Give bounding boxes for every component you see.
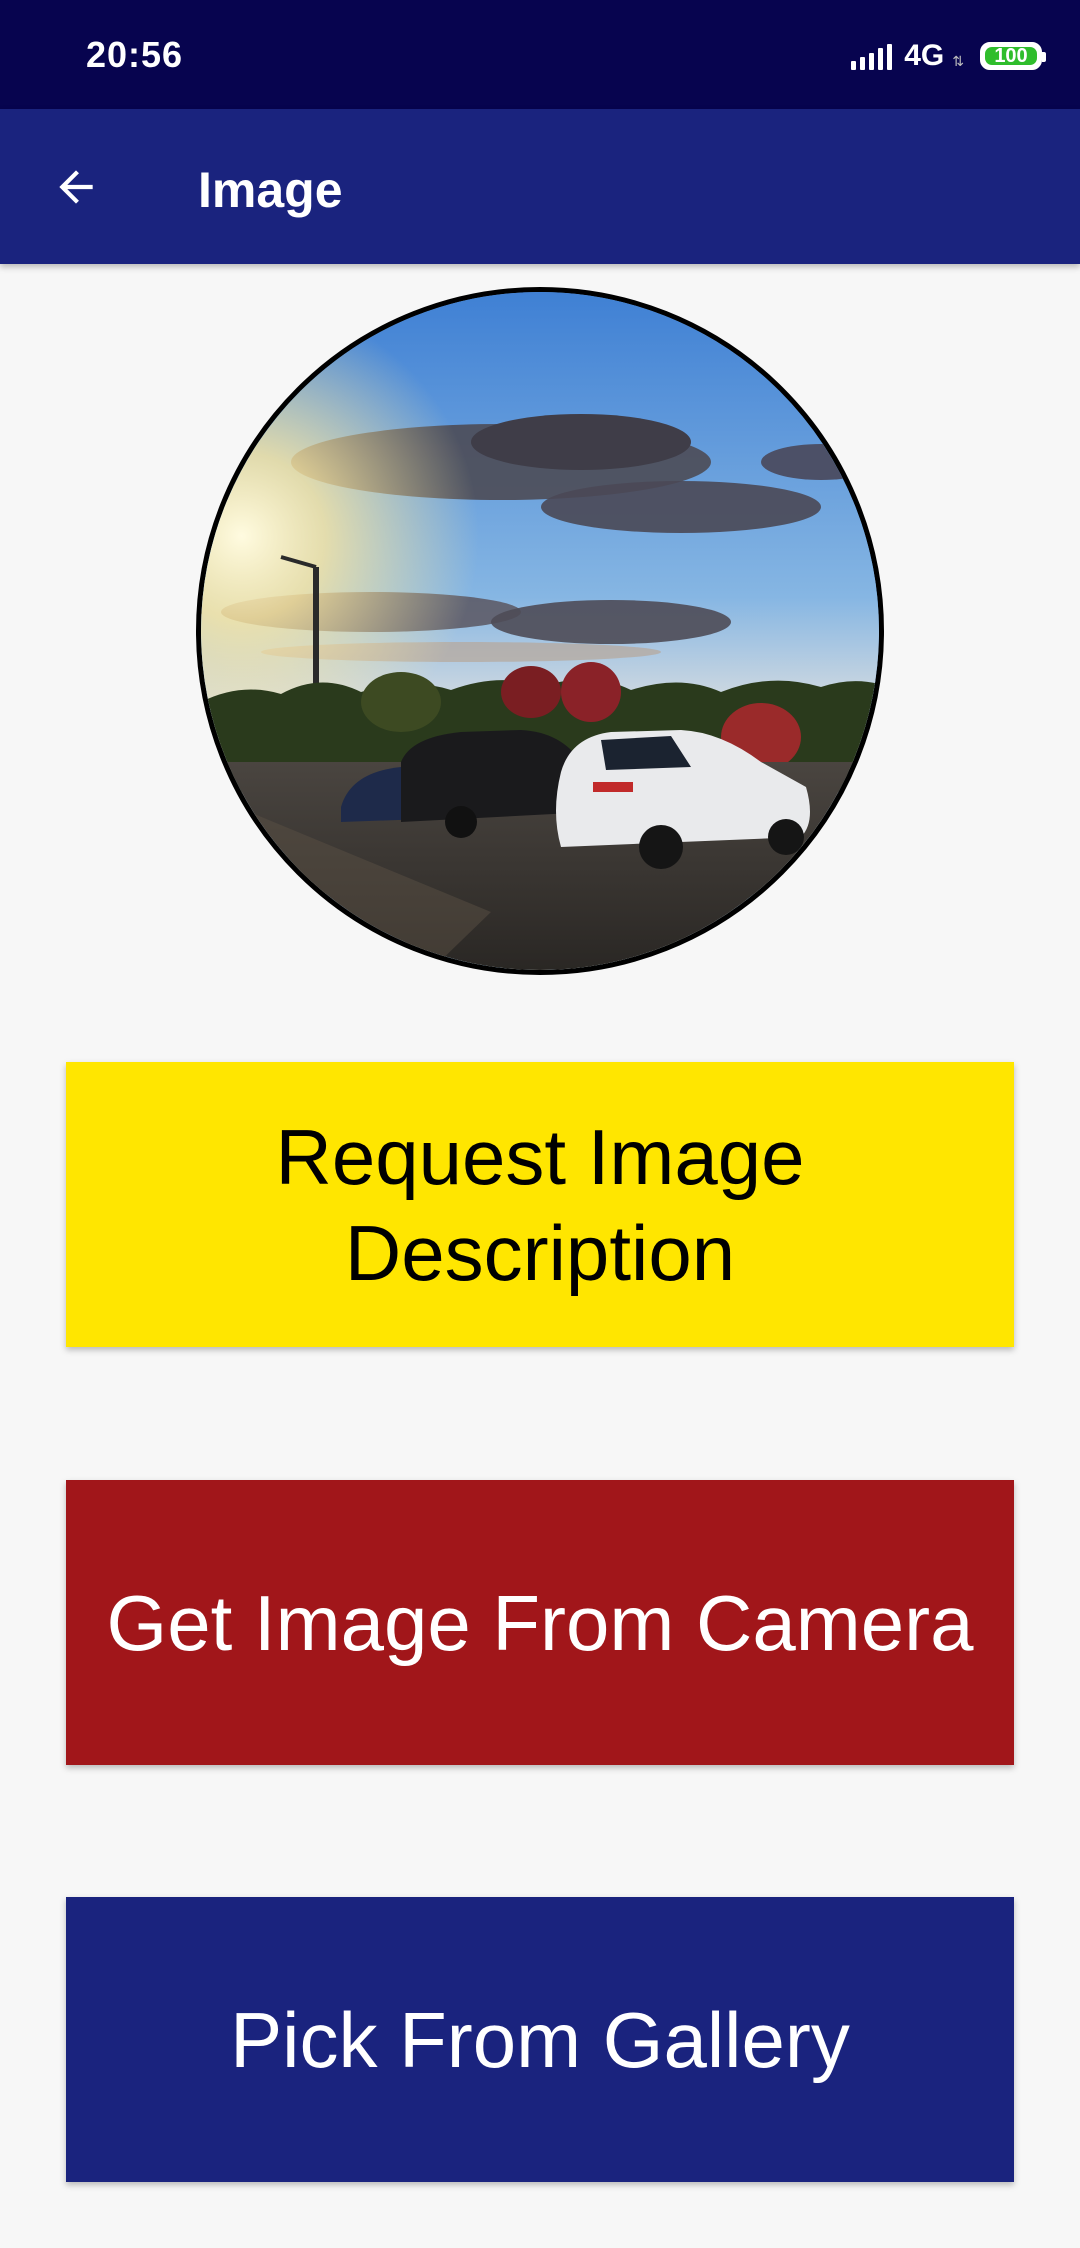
network-type-label: 4G	[904, 39, 945, 72]
data-activity-icon: ⇅	[952, 52, 964, 69]
sunset-photo	[201, 292, 879, 970]
gallery-button-label: Pick From Gallery	[230, 1995, 850, 2084]
request-description-button[interactable]: Request Image Description	[66, 1062, 1014, 1347]
camera-button-label: Get Image From Camera	[106, 1578, 974, 1667]
app-bar: Image	[0, 109, 1080, 264]
status-bar: 20:56 4G ⇅ 100	[0, 0, 1080, 109]
battery-level: 100	[994, 44, 1028, 67]
request-description-label: Request Image Description	[275, 1112, 805, 1297]
status-time: 20:56	[86, 34, 184, 75]
gallery-button[interactable]: Pick From Gallery	[66, 1897, 1014, 2182]
page-title: Image	[198, 162, 343, 218]
arrow-back-icon	[59, 170, 93, 204]
signal-bars-icon	[851, 42, 893, 70]
selected-image	[196, 287, 884, 975]
back-button[interactable]	[40, 151, 112, 223]
camera-button[interactable]: Get Image From Camera	[66, 1480, 1014, 1765]
battery-icon: 100	[980, 42, 1046, 70]
status-icons: 4G ⇅ 100	[851, 36, 1046, 76]
